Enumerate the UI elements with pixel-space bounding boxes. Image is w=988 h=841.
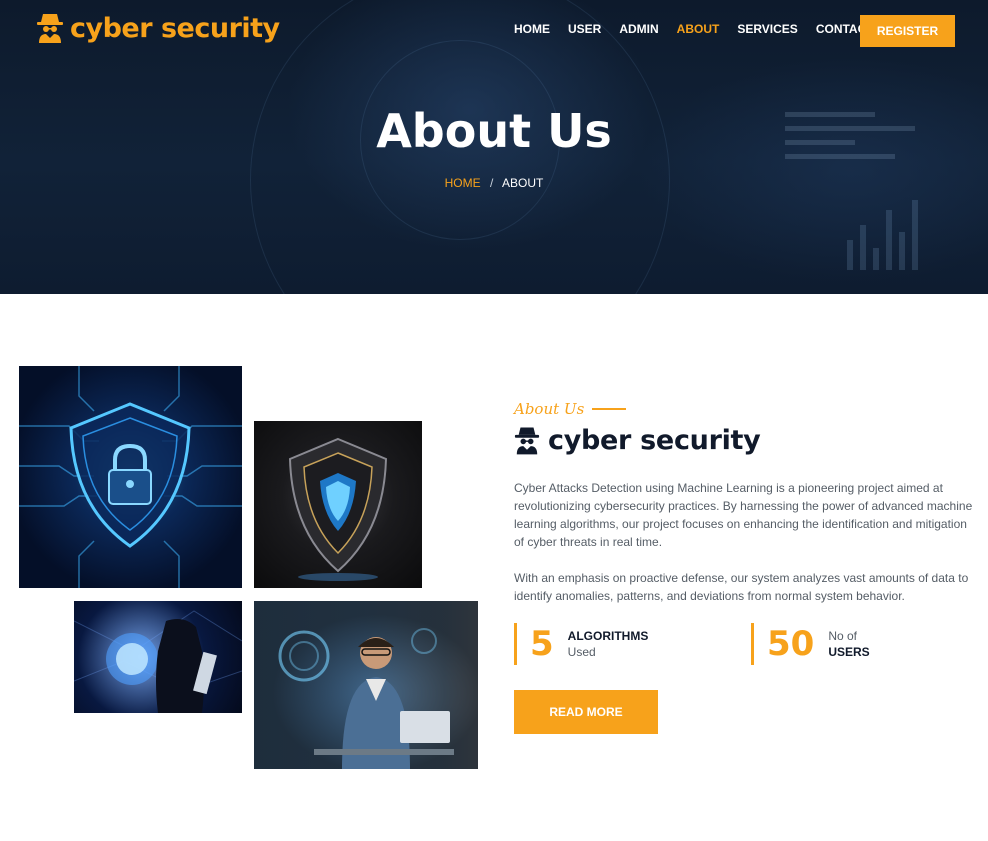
stat-label: No of USERS xyxy=(828,628,869,660)
main-nav: HOME USER ADMIN ABOUT SERVICES CONTACT xyxy=(514,22,892,36)
nav-user[interactable]: USER xyxy=(568,22,601,36)
section-subtitle-text: About Us xyxy=(514,400,585,418)
breadcrumb-separator: / xyxy=(489,176,494,190)
logo-text: cyber security xyxy=(70,12,280,44)
nav-about[interactable]: ABOUT xyxy=(677,22,720,36)
site-logo[interactable]: cyber security xyxy=(36,12,280,44)
nav-home[interactable]: HOME xyxy=(514,22,550,36)
stat-label: ALGORITHMS Used xyxy=(568,628,649,660)
about-paragraph: With an emphasis on proactive defense, o… xyxy=(514,571,969,603)
stat-label-top: No of xyxy=(828,629,858,643)
nav-services[interactable]: SERVICES xyxy=(737,22,797,36)
hooded-hacker-image xyxy=(74,601,242,713)
stat-number: 5 xyxy=(530,624,554,664)
dark-shield-image xyxy=(254,421,422,588)
stat-users: 50 No of USERS xyxy=(751,623,951,665)
stat-label-top: ALGORITHMS xyxy=(567,629,649,643)
stat-label-bottom: Used xyxy=(567,645,596,659)
spy-icon xyxy=(37,14,63,43)
breadcrumb: HOME / ABOUT xyxy=(0,176,988,190)
nav-admin[interactable]: ADMIN xyxy=(619,22,658,36)
about-paragraph: Cyber Attacks Detection using Machine Le… xyxy=(514,481,973,549)
page-title: About Us xyxy=(376,104,612,158)
stat-algorithms: 5 ALGORITHMS Used xyxy=(514,623,714,665)
stat-label-bottom: USERS xyxy=(828,645,870,659)
cyber-shield-lock-image xyxy=(19,366,242,588)
breadcrumb-current: ABOUT xyxy=(502,176,544,190)
hero-decoration xyxy=(847,200,918,270)
register-button[interactable]: REGISTER xyxy=(860,15,955,47)
breadcrumb-home-link[interactable]: HOME xyxy=(445,176,481,190)
section-subtitle: About Us xyxy=(514,400,627,418)
hero-banner: cyber security HOME USER ADMIN ABOUT SER… xyxy=(0,0,988,294)
spy-icon xyxy=(514,427,540,455)
subtitle-line xyxy=(592,408,627,410)
section-brand-text: cyber security xyxy=(548,425,761,456)
read-more-button[interactable]: READ MORE xyxy=(514,690,658,734)
section-brand: cyber security xyxy=(514,425,761,456)
stat-number: 50 xyxy=(767,624,815,664)
man-with-laptop-image xyxy=(254,601,478,769)
